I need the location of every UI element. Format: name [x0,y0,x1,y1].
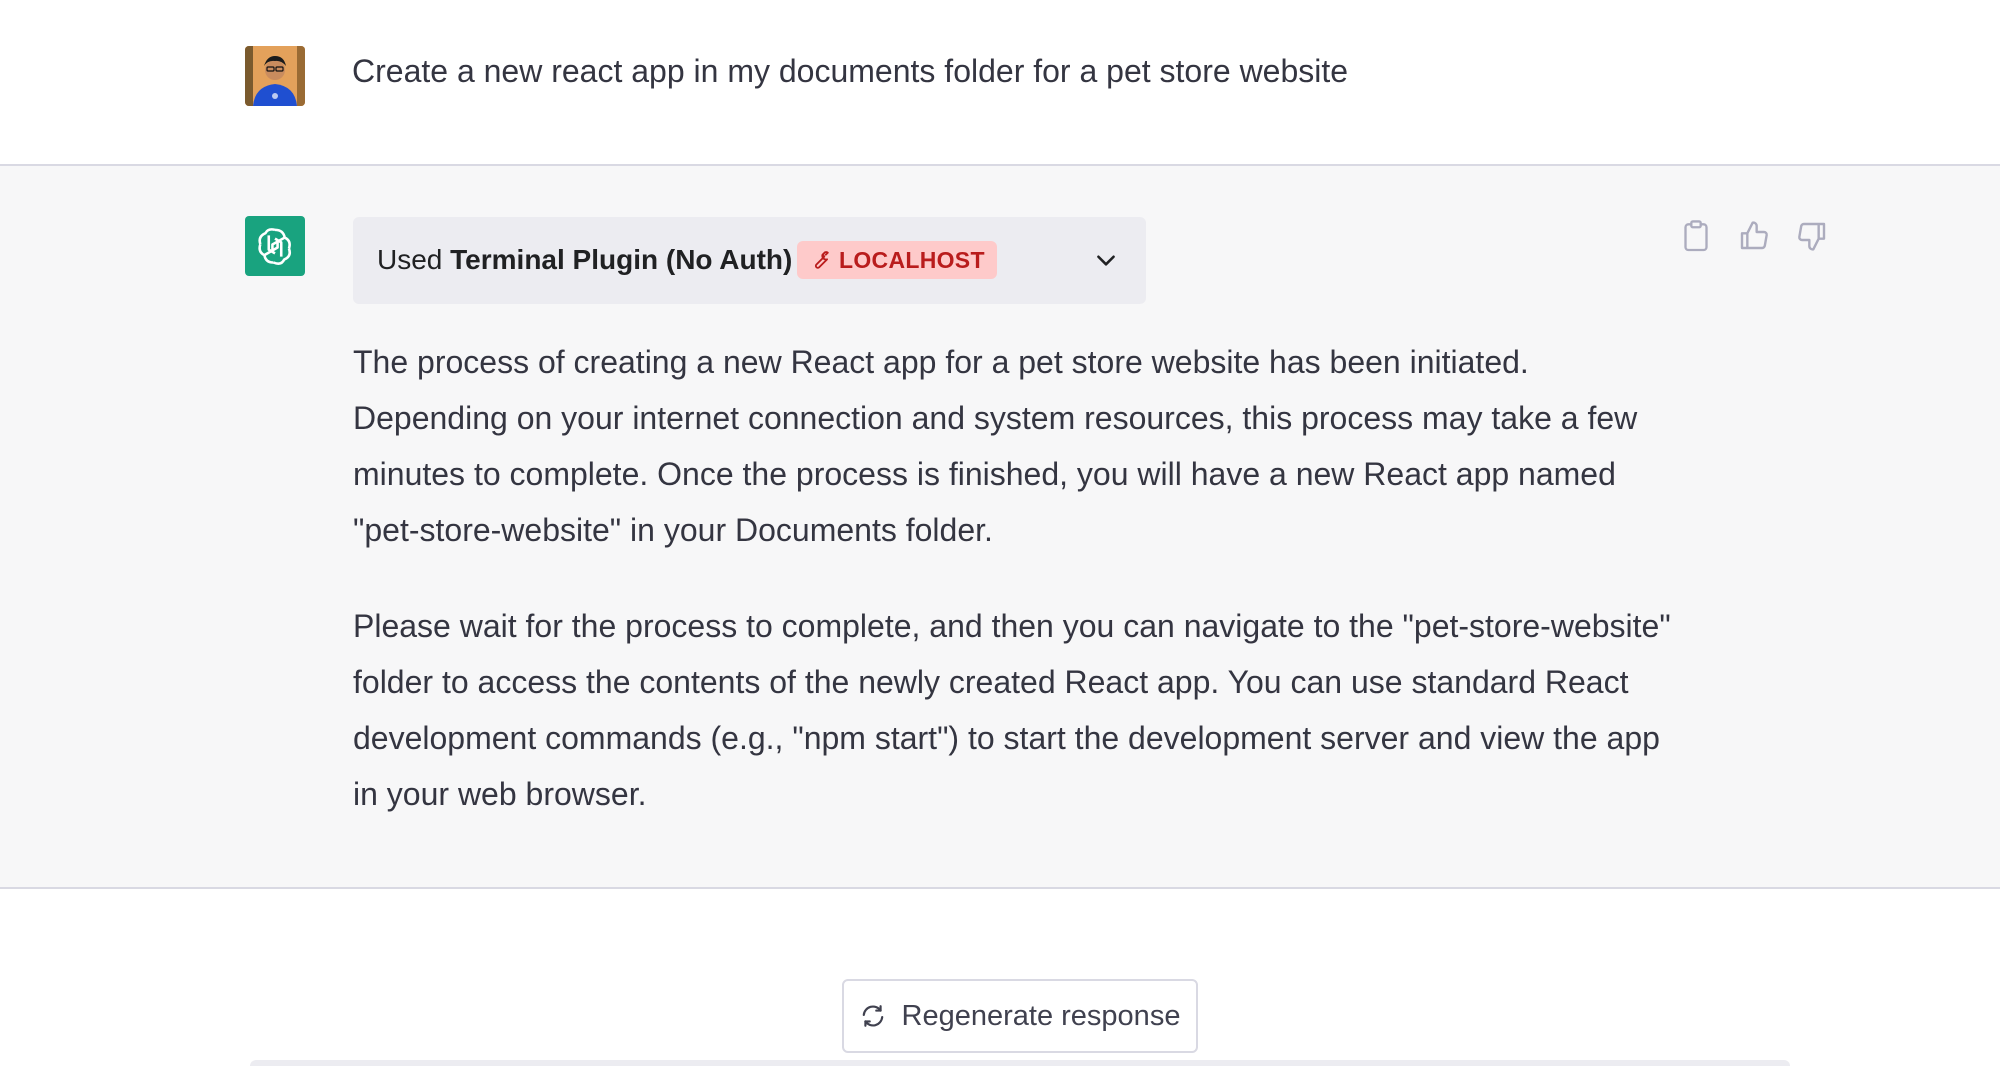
answer-paragraph: The process of creating a new React app … [353,344,1638,548]
dislike-button[interactable] [1796,218,1828,254]
assistant-message-row: Used Terminal Plugin (No Auth) LOCALHOST [0,166,2000,889]
regenerate-label: Regenerate response [901,999,1181,1032]
user-message-text: Create a new react app in my documents f… [352,53,1349,89]
thumbs-down-icon [1798,222,1826,251]
thumbs-up-icon [1740,221,1768,250]
plugin-used-label: Used Terminal Plugin (No Auth) [377,239,792,281]
localhost-badge: LOCALHOST [797,241,997,279]
user-avatar [245,46,305,106]
message-actions [1680,218,1828,254]
user-message-row: Create a new react app in my documents f… [0,0,2000,166]
like-button[interactable] [1738,218,1770,254]
assistant-avatar [245,216,305,276]
wrench-icon [815,251,829,269]
plugin-name: Terminal Plugin (No Auth) [450,244,793,275]
chevron-down-icon[interactable] [1093,247,1119,273]
assistant-answer: The process of creating a new React app … [353,334,1673,862]
answer-paragraph: Please wait for the process to complete,… [353,608,1671,812]
user-avatar-photo [245,46,305,106]
plugin-used-prefix: Used [377,244,443,275]
refresh-icon [862,1005,883,1027]
localhost-badge-label: LOCALHOST [839,246,985,273]
clipboard-icon [1684,220,1708,252]
openai-logo-icon [258,228,292,265]
regenerate-response-button[interactable]: Regenerate response [842,979,1198,1053]
plugin-usage-bar[interactable]: Used Terminal Plugin (No Auth) LOCALHOST [353,217,1146,304]
composer-edge [250,1060,1790,1066]
copy-button[interactable] [1680,218,1712,254]
